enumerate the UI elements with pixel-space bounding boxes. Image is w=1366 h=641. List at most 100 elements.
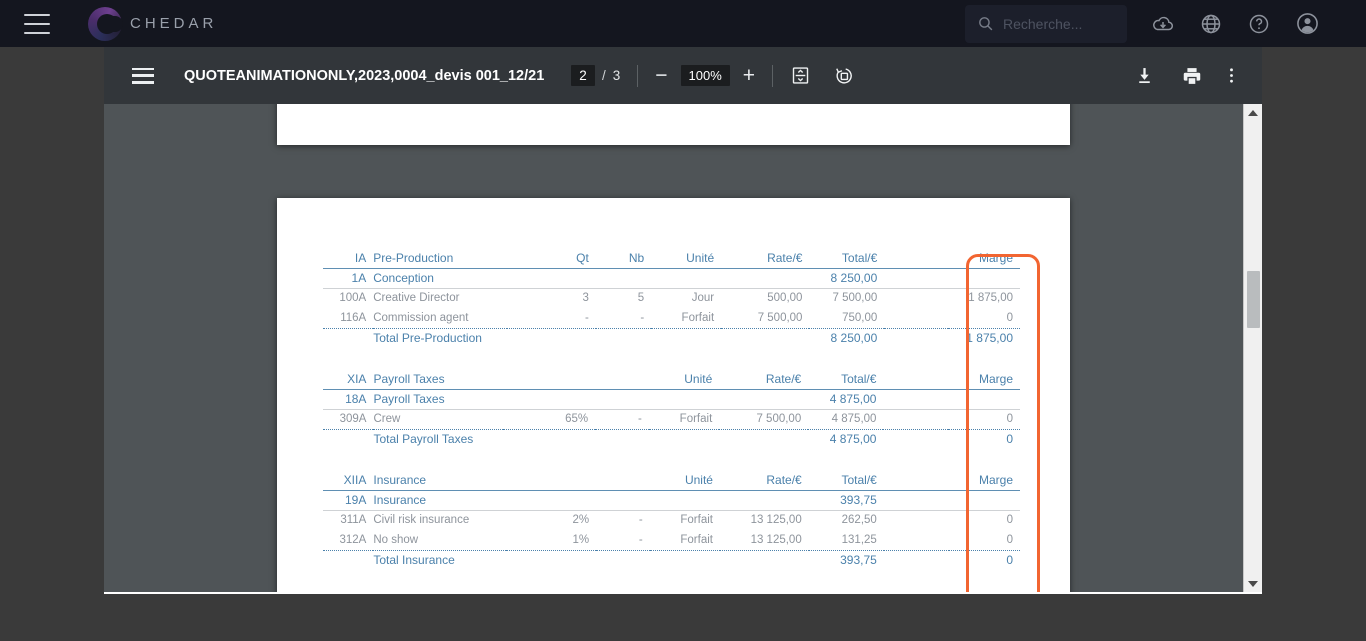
- app-menu-icon[interactable]: [24, 13, 50, 34]
- item-total: 4 875,00: [808, 409, 884, 430]
- item-rate: 7 500,00: [719, 409, 809, 430]
- page-number-input[interactable]: [571, 65, 595, 86]
- group-total: 8 250,00: [809, 268, 885, 289]
- item-code: 309A: [323, 409, 374, 430]
- application-top-bar: CHEDAR Recherche...: [0, 0, 1366, 47]
- header-title: Insurance: [373, 470, 506, 491]
- total-code: [323, 328, 373, 348]
- total-label: Total Payroll Taxes: [373, 432, 474, 447]
- group-unite: [648, 389, 720, 410]
- header-title: Pre-Production: [373, 248, 507, 269]
- scrollbar-track[interactable]: [1244, 121, 1263, 575]
- zoom-level-value[interactable]: 100%: [680, 65, 730, 86]
- header-rate: Rate/€: [719, 470, 809, 491]
- item-gap: [884, 510, 949, 530]
- group-marge: [948, 268, 1020, 289]
- total-nb: [596, 328, 651, 348]
- group-label: Conception: [373, 268, 507, 289]
- search-icon: [977, 15, 994, 32]
- total-qt: [506, 550, 596, 570]
- group-unite: [649, 490, 720, 511]
- group-gap: [884, 268, 949, 289]
- item-marge: 1 875,00: [968, 292, 1013, 305]
- group-row: 1A Conception 8 250,00: [323, 268, 1020, 289]
- header-rate: Rate/€: [719, 369, 809, 390]
- group-marge: [948, 490, 1020, 511]
- help-icon[interactable]: [1247, 12, 1271, 36]
- pdf-scroll-area[interactable]: IA Pre-Production Qt Nb Unité Rate/€ Tot…: [104, 104, 1262, 592]
- print-icon[interactable]: [1181, 65, 1203, 87]
- total-qt: [503, 429, 595, 449]
- scroll-down-arrow-icon[interactable]: [1244, 575, 1263, 592]
- group-nb: [595, 268, 652, 289]
- item-total: 7 500,00: [832, 292, 878, 305]
- group-gap: [883, 389, 949, 410]
- item-code: 116A: [323, 308, 374, 329]
- item-qt: 3: [582, 292, 589, 305]
- download-icon[interactable]: [1134, 65, 1155, 86]
- header-nb: [596, 470, 650, 491]
- more-options-icon[interactable]: [1229, 65, 1234, 86]
- total-label: Total Pre-Production: [373, 331, 482, 346]
- header-marge: Marge: [948, 470, 1020, 491]
- pdf-sidebar-toggle-icon[interactable]: [132, 67, 154, 84]
- item-total: 262,50: [841, 514, 877, 527]
- section-total-row: Total Insurance 393,75 0: [323, 550, 1020, 570]
- total-marge: 0: [1006, 553, 1013, 568]
- item-code: 311A: [340, 514, 367, 527]
- table-row: 100A Creative Director 3 5 Jour 500,00 7…: [323, 288, 1020, 308]
- header-total: Total/€: [808, 470, 884, 491]
- item-nb: 5: [637, 292, 645, 305]
- fit-page-icon[interactable]: [790, 65, 811, 86]
- item-qt: 2%: [572, 514, 590, 527]
- header-rate: Rate/€: [721, 248, 810, 269]
- item-rate: 13 125,00: [719, 530, 809, 551]
- item-rate: 500,00: [767, 292, 803, 305]
- header-marge: Marge: [948, 369, 1020, 390]
- account-icon[interactable]: [1295, 11, 1320, 36]
- header-gap: [884, 248, 949, 269]
- total-gap: [883, 429, 948, 449]
- group-marge: [948, 389, 1020, 410]
- item-code: 100A: [339, 292, 367, 305]
- globe-icon[interactable]: [1199, 12, 1223, 36]
- search-input[interactable]: Recherche...: [965, 4, 1127, 43]
- group-rate: [719, 490, 809, 511]
- group-nb: [595, 389, 649, 410]
- item-label: Creative Director: [373, 292, 460, 305]
- total-gap: [884, 328, 948, 348]
- group-unite: [651, 268, 722, 289]
- total-marge: 0: [1006, 432, 1013, 447]
- chedar-logo-icon: [88, 6, 123, 41]
- header-code: XIIA: [323, 470, 374, 491]
- group-row: 19A Insurance 393,75: [323, 490, 1020, 511]
- rotate-icon[interactable]: [833, 65, 854, 86]
- item-label: Commission agent: [373, 308, 507, 329]
- scrollbar-thumb[interactable]: [1246, 271, 1260, 328]
- zoom-out-button[interactable]: −: [655, 65, 667, 86]
- total-nb: [596, 550, 650, 570]
- total-unite: [649, 429, 719, 449]
- group-label: Insurance: [373, 490, 506, 511]
- header-qt: [505, 470, 597, 491]
- cloud-download-icon[interactable]: [1151, 12, 1175, 36]
- item-nb: -: [595, 308, 652, 329]
- item-marge: 0: [948, 409, 1020, 430]
- item-unite: Forfait: [649, 530, 720, 551]
- item-unite: Forfait: [651, 308, 722, 329]
- zoom-in-button[interactable]: +: [743, 65, 755, 86]
- group-qt: [505, 490, 597, 511]
- zoom-controls: − 100% +: [655, 65, 755, 86]
- scroll-up-arrow-icon[interactable]: [1244, 104, 1263, 121]
- pdf-page-previous: [277, 104, 1070, 145]
- item-gap: [884, 308, 949, 329]
- total-rate: [720, 550, 809, 570]
- item-qt: -: [506, 308, 596, 329]
- item-unite: Jour: [691, 292, 715, 305]
- item-unite: Forfait: [648, 409, 720, 430]
- header-qt: [503, 369, 596, 390]
- vertical-scrollbar[interactable]: [1243, 104, 1262, 592]
- table-row: 311A Civil risk insurance 2% - Forfait 1…: [323, 510, 1020, 530]
- header-title: Payroll Taxes: [373, 369, 504, 390]
- table-header-row: XIA Payroll Taxes Unité Rate/€ Total/€ M…: [323, 369, 1020, 390]
